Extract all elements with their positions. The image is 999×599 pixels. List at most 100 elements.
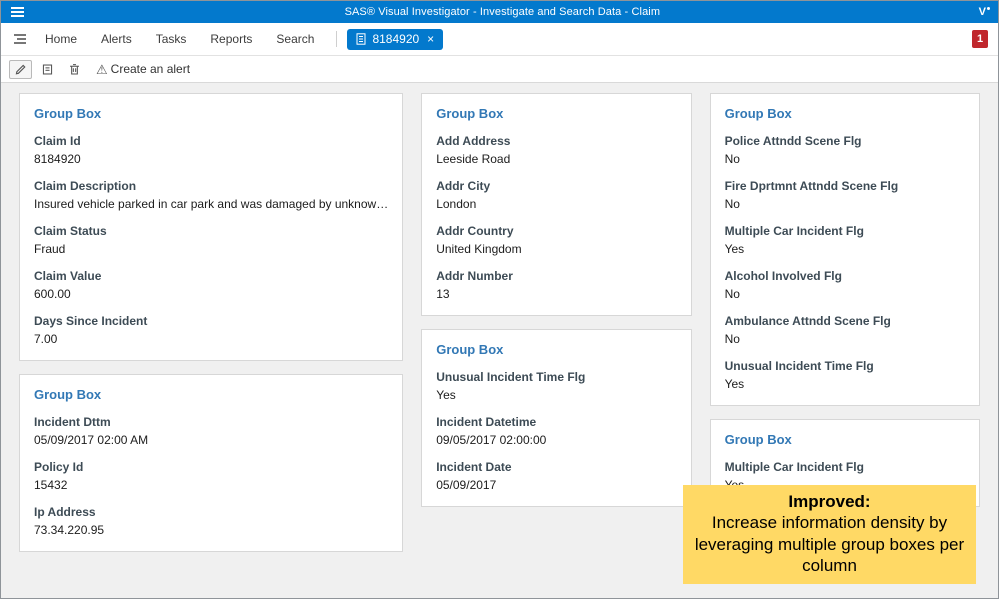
avatar-letter: V: [979, 6, 986, 18]
nav-item-search[interactable]: Search: [264, 24, 326, 54]
field-addr-country: Addr Country United Kingdom: [436, 224, 676, 256]
field-label: Unusual Incident Time Flg: [436, 370, 676, 384]
field-label: Unusual Incident Time Flg: [725, 359, 965, 373]
group-box: Group Box Add Address Leeside Road Addr Cit…: [421, 93, 691, 316]
field-label: Addr Number: [436, 269, 676, 283]
field-claim-description: Claim Description Insured vehicle parked …: [34, 179, 388, 211]
field-label: Incident Date: [436, 460, 676, 474]
field-label: Police Attndd Scene Flg: [725, 134, 965, 148]
field-label: Policy Id: [34, 460, 388, 474]
nav-bar: HomeAlertsTasksReportsSearch 8184920 × 1: [1, 23, 998, 56]
field-label: Alcohol Involved Flg: [725, 269, 965, 283]
field-label: Incident Dttm: [34, 415, 388, 429]
notification-badge[interactable]: 1: [972, 30, 988, 48]
delete-button[interactable]: [63, 60, 86, 79]
field-alcohol-involved-flg: Alcohol Involved Flg No: [725, 269, 965, 301]
action-toolbar: ⚠ Create an alert: [1, 56, 998, 83]
field-unusual-incident-time-flg: Unusual Incident Time Flg Yes: [725, 359, 965, 391]
field-label: Add Address: [436, 134, 676, 148]
group-box-columns: Group Box Claim Id 8184920 Claim Descriptio…: [19, 93, 980, 552]
field-value: 8184920: [34, 152, 388, 166]
app-title: SAS® Visual Investigator - Investigate a…: [26, 6, 979, 18]
field-value: Leeside Road: [436, 152, 676, 166]
field-label: Multiple Car Incident Flg: [725, 460, 965, 474]
field-addr-city: Addr City London: [436, 179, 676, 211]
field-label: Ip Address: [34, 505, 388, 519]
field-value: Fraud: [34, 242, 388, 256]
field-value: Yes: [725, 242, 965, 256]
field-claim-status: Claim Status Fraud: [34, 224, 388, 256]
group-box-title: Group Box: [34, 106, 388, 121]
field-ambulance-attndd-scene-flg: Ambulance Attndd Scene Flg No: [725, 314, 965, 346]
warning-icon: ⚠: [96, 63, 108, 76]
annotation-body: Increase information density by leveragi…: [693, 512, 966, 577]
menu-icon[interactable]: [9, 5, 26, 19]
field-label: Multiple Car Incident Flg: [725, 224, 965, 238]
field-value: No: [725, 287, 965, 301]
field-value: 7.00: [34, 332, 388, 346]
field-label: Incident Datetime: [436, 415, 676, 429]
field-value: London: [436, 197, 676, 211]
field-label: Claim Id: [34, 134, 388, 148]
field-label: Addr Country: [436, 224, 676, 238]
nav-item-home[interactable]: Home: [33, 24, 89, 54]
user-avatar[interactable]: V: [979, 6, 990, 18]
field-value: 09/05/2017 02:00:00: [436, 433, 676, 447]
annotation-title: Improved:: [693, 492, 966, 512]
field-value: 13: [436, 287, 676, 301]
sidebar-toggle-icon[interactable]: [11, 31, 33, 47]
nav-divider: [336, 31, 337, 47]
field-ip-address: Ip Address 73.34.220.95: [34, 505, 388, 537]
create-alert-label: Create an alert: [111, 62, 190, 76]
field-value: 73.34.220.95: [34, 523, 388, 537]
clipboard-icon: [41, 63, 54, 76]
column-1: Group Box Claim Id 8184920 Claim Descriptio…: [19, 93, 403, 552]
annotation-note: Improved: Increase information density b…: [683, 485, 976, 584]
field-value: No: [725, 152, 965, 166]
field-label: Days Since Incident: [34, 314, 388, 328]
create-alert-button[interactable]: ⚠ Create an alert: [96, 62, 190, 76]
nav-item-tasks[interactable]: Tasks: [144, 24, 199, 54]
field-multiple-car-incident-flg: Multiple Car Incident Flg Yes: [725, 224, 965, 256]
field-value: United Kingdom: [436, 242, 676, 256]
field-addr-number: Addr Number 13: [436, 269, 676, 301]
nav-item-reports[interactable]: Reports: [198, 24, 264, 54]
field-police-attndd-scene-flg: Police Attndd Scene Flg No: [725, 134, 965, 166]
field-label: Claim Status: [34, 224, 388, 238]
group-box-title: Group Box: [436, 106, 676, 121]
tab-close-icon[interactable]: ×: [425, 33, 434, 45]
document-icon: [356, 33, 366, 45]
group-box: Group BoxIncident Dttm05/09/2017 02:00 A…: [19, 374, 403, 552]
field-label: Claim Description: [34, 179, 388, 193]
group-box: Group BoxPolice Attndd Scene FlgNoFire D…: [710, 93, 980, 406]
field-value: No: [725, 332, 965, 346]
group-box-title: Group Box: [725, 432, 965, 447]
field-value: 15432: [34, 478, 388, 492]
column-2: Group Box Add Address Leeside Road Addr Cit…: [421, 93, 691, 507]
field-label: Ambulance Attndd Scene Flg: [725, 314, 965, 328]
field-value: 600.00: [34, 287, 388, 301]
tab-claim-8184920[interactable]: 8184920 ×: [347, 29, 443, 50]
field-add-address: Add Address Leeside Road: [436, 134, 676, 166]
field-value: 05/09/2017: [436, 478, 676, 492]
field-days-since-incident: Days Since Incident 7.00: [34, 314, 388, 346]
app-header: SAS® Visual Investigator - Investigate a…: [1, 1, 998, 23]
avatar-indicator-icon: [987, 7, 990, 10]
pencil-icon: [14, 63, 27, 76]
field-fire-dprtmnt-attndd-scene-flg: Fire Dprtmnt Attndd Scene FlgNo: [725, 179, 965, 211]
nav-item-alerts[interactable]: Alerts: [89, 24, 144, 54]
field-unusual-incident-time-flg: Unusual Incident Time Flg Yes: [436, 370, 676, 402]
field-value: Yes: [436, 388, 676, 402]
field-value: Yes: [725, 377, 965, 391]
field-policy-id: Policy Id 15432: [34, 460, 388, 492]
group-box: Group Box Unusual Incident Time Flg Yes Inc…: [421, 329, 691, 507]
field-value: Insured vehicle parked in car park and w…: [34, 197, 388, 211]
group-box-title: Group Box: [436, 342, 676, 357]
notes-button[interactable]: [36, 60, 59, 79]
field-value: 05/09/2017 02:00 AM: [34, 433, 388, 447]
group-box: Group Box Claim Id 8184920 Claim Descriptio…: [19, 93, 403, 361]
field-value: No: [725, 197, 965, 211]
field-label: Addr City: [436, 179, 676, 193]
edit-button[interactable]: [9, 60, 32, 79]
app-window: SAS® Visual Investigator - Investigate a…: [0, 0, 999, 599]
